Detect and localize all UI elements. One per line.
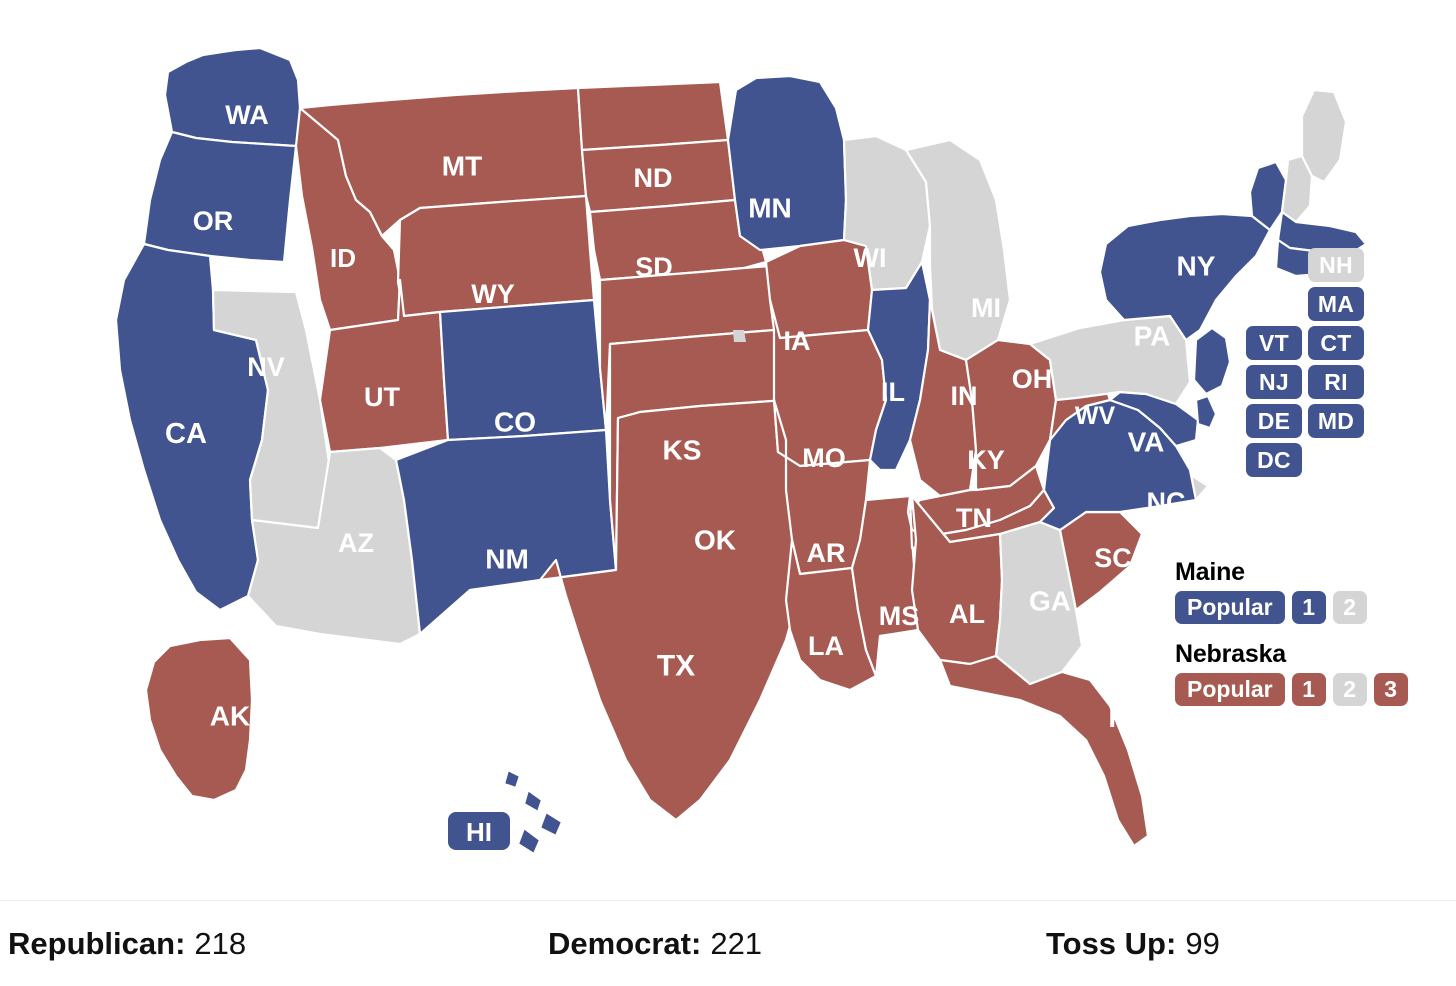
state-chip-ct[interactable]: CT — [1308, 326, 1364, 360]
chip-row-3: NJ RI — [1246, 365, 1406, 399]
state-label-wv: WV — [1075, 402, 1116, 430]
state-fl[interactable] — [938, 654, 1150, 848]
state-label-or: OR — [193, 206, 234, 236]
total-democrat-label: Democrat — [548, 925, 691, 961]
state-label-ak: AK — [210, 701, 250, 732]
state-chip-de[interactable]: DE — [1246, 404, 1302, 438]
state-label-pa: PA — [1134, 321, 1171, 352]
state-chip-md[interactable]: MD — [1308, 404, 1364, 438]
split-legend-title-nebraska: Nebraska — [1175, 640, 1286, 668]
state-label-ia: IA — [784, 326, 811, 356]
chip-row-5: DC — [1246, 443, 1406, 477]
chip-row-1: MA — [1308, 287, 1406, 321]
total-tossup-separator: : — [1166, 925, 1177, 961]
state-mn[interactable] — [726, 74, 848, 252]
total-democrat-value: 221 — [710, 925, 763, 961]
state-label-mi: MI — [971, 293, 1001, 323]
state-label-sc: SC — [1094, 543, 1132, 573]
total-tossup-value: 99 — [1185, 925, 1220, 961]
state-label-ca: CA — [165, 418, 207, 450]
state-chip-nj[interactable]: NJ — [1246, 365, 1302, 399]
split-legend-nebraska-popular[interactable]: Popular — [1175, 673, 1285, 706]
split-legend-title-maine: Maine — [1175, 558, 1245, 586]
electoral-map-page: WA OR CA NV ID MT WY UT AZ CO NM ND SD KS OK TX MN IA MO AR… — [0, 0, 1456, 986]
state-label-tx: TX — [657, 650, 695, 683]
state-wa[interactable] — [163, 46, 302, 148]
totals-bar: Republican: 218 Democrat: 221 Toss Up: 9… — [0, 900, 1456, 986]
state-label-sd: SD — [635, 252, 673, 282]
state-label-tn: TN — [956, 503, 992, 533]
state-label-ut: UT — [364, 382, 400, 412]
state-label-il: IL — [881, 377, 905, 407]
state-label-ga: GA — [1029, 586, 1071, 617]
state-or[interactable] — [142, 130, 298, 264]
state-label-nm: NM — [485, 544, 529, 575]
state-chip-nh[interactable]: NH — [1308, 248, 1364, 282]
state-de[interactable] — [1194, 394, 1218, 430]
state-label-ky: KY — [967, 445, 1005, 475]
split-legend-maine-popular[interactable]: Popular — [1175, 591, 1285, 624]
total-tossup: Toss Up: 99 — [1046, 926, 1220, 962]
state-label-mn: MN — [748, 193, 792, 224]
state-nd[interactable] — [576, 80, 730, 152]
state-label-nc: NC — [1147, 487, 1186, 517]
us-map-svg[interactable]: WA OR CA NV ID MT WY UT AZ CO NM ND SD KS OK TX MN IA MO AR… — [0, 0, 1456, 900]
state-label-in: IN — [951, 381, 978, 411]
split-legend-row-maine: Popular 1 2 — [1175, 591, 1445, 624]
state-label-ok: OK — [694, 525, 736, 556]
us-electoral-map[interactable]: WA OR CA NV ID MT WY UT AZ CO NM ND SD KS OK TX MN IA MO AR… — [0, 0, 1456, 900]
total-republican-label: Republican — [8, 925, 176, 961]
total-democrat-separator: : — [691, 925, 702, 961]
state-label-oh: OH — [1012, 364, 1053, 394]
split-legend-nebraska-1[interactable]: 1 — [1291, 673, 1326, 706]
total-republican-value: 218 — [194, 925, 247, 961]
split-legend-maine-1[interactable]: 1 — [1291, 591, 1326, 624]
state-label-al: AL — [949, 599, 985, 629]
split-vote-legend: Maine Popular 1 2 Nebraska Popular 1 2 3 — [1175, 558, 1445, 722]
total-republican-separator: : — [175, 925, 186, 961]
chip-row-0: NH — [1308, 248, 1406, 282]
state-label-mt: MT — [442, 151, 482, 182]
state-label-wy: WY — [471, 279, 515, 309]
total-republican: Republican: 218 — [8, 926, 246, 962]
state-chip-dc[interactable]: DC — [1246, 443, 1302, 477]
state-label-ks: KS — [663, 435, 702, 466]
state-label-ar: AR — [807, 538, 846, 568]
state-chip-vt[interactable]: VT — [1246, 326, 1302, 360]
state-label-wi: WI — [854, 243, 887, 273]
state-label-la: LA — [808, 631, 844, 661]
total-democrat: Democrat: 221 — [548, 926, 762, 962]
state-label-az: AZ — [338, 528, 374, 558]
split-legend-nebraska-3[interactable]: 3 — [1373, 673, 1408, 706]
state-label-wa: WA — [225, 100, 269, 130]
split-legend-row-nebraska: Popular 1 2 3 — [1175, 673, 1445, 706]
state-label-fl: FL — [1109, 703, 1142, 733]
state-label-va: VA — [1128, 427, 1165, 458]
state-label-co: CO — [494, 407, 536, 438]
state-chip-ma[interactable]: MA — [1308, 287, 1364, 321]
state-nj[interactable] — [1192, 326, 1232, 396]
split-legend-nebraska-2[interactable]: 2 — [1332, 673, 1367, 706]
chip-row-2: VT CT — [1246, 326, 1406, 360]
chip-row-4: DE MD — [1246, 404, 1406, 438]
state-label-mo: MO — [802, 443, 846, 473]
state-label-id: ID — [330, 243, 356, 273]
split-legend-maine-2[interactable]: 2 — [1332, 591, 1367, 624]
state-label-hi: HI — [466, 817, 492, 847]
small-state-chip-column: NH MA VT CT NJ RI DE MD DC — [1246, 248, 1406, 482]
state-label-ms: MS — [879, 601, 920, 631]
state-hi[interactable] — [502, 768, 564, 856]
state-me[interactable] — [1300, 88, 1348, 184]
total-tossup-label: Toss Up — [1046, 925, 1166, 961]
district-ne-2[interactable] — [733, 330, 746, 342]
state-chip-ri[interactable]: RI — [1308, 365, 1364, 399]
state-label-ny: NY — [1177, 251, 1216, 282]
state-label-nd: ND — [634, 163, 673, 193]
state-label-nv: NV — [247, 352, 285, 382]
